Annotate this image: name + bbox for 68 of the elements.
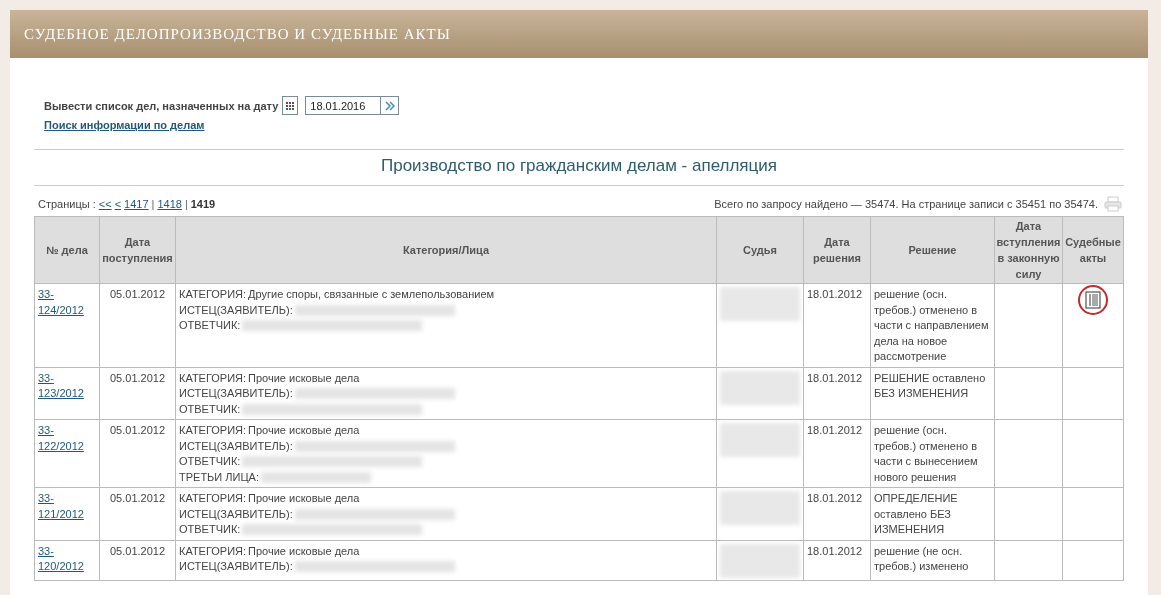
party-value: Прочие исковые дела	[248, 491, 360, 506]
received-date: 05.01.2012	[109, 424, 166, 436]
date-label: Вывести список дел, назначенных на дату	[44, 99, 279, 112]
party-value: Другие споры, связанные с землепользованием	[248, 287, 495, 302]
search-link[interactable]: Поиск информации по делам	[44, 119, 205, 131]
document-icon	[1085, 291, 1101, 309]
page-link[interactable]: 1419	[190, 198, 216, 210]
party-label: ИСТЕЦ(ЗАЯВИТЕЛЬ):	[179, 559, 293, 574]
document-button[interactable]	[1078, 285, 1108, 315]
column-header: Дата поступления	[99, 216, 176, 284]
party-value: Прочие исковые дела	[248, 370, 360, 386]
case-link[interactable]: 33-121/2012	[38, 491, 96, 522]
page-link[interactable]: 1417	[124, 198, 149, 210]
party-label: КАТЕГОРИЯ:	[179, 543, 247, 559]
page-link[interactable]: <<	[98, 198, 112, 210]
calendar-icon	[284, 99, 297, 112]
column-header: Дата вступления в законную силу	[994, 216, 1063, 284]
go-button[interactable]	[381, 96, 400, 115]
party-label: ИСТЕЦ(ЗАЯВИТЕЛЬ):	[179, 302, 293, 318]
column-header: Судья	[716, 216, 804, 284]
decision-date: 18.01.2012	[807, 424, 863, 436]
column-header: Категория/Лица	[175, 216, 717, 284]
page-link[interactable]: 1418	[157, 198, 182, 210]
decision-date: 18.01.2012	[807, 371, 863, 384]
separator: |	[151, 198, 155, 210]
party-label: КАТЕГОРИЯ:	[179, 370, 247, 386]
section-title: Производство по гражданским делам - апелляция	[34, 149, 1124, 186]
received-date: 05.01.2012	[109, 544, 166, 557]
party-value: Прочие исковые дела	[248, 543, 360, 559]
column-header: Решение	[870, 216, 995, 284]
case-link[interactable]: 33-124/2012	[38, 287, 96, 318]
party-label: ИСТЕЦ(ЗАЯВИТЕЛЬ):	[179, 386, 293, 401]
column-header: № дела	[34, 216, 100, 284]
double-chevron-icon	[384, 100, 395, 111]
party-label: ОТВЕТЧИК:	[179, 454, 241, 469]
column-header: Судебные акты	[1062, 216, 1124, 284]
party-label: КАТЕГОРИЯ:	[179, 287, 247, 302]
party-label: КАТЕГОРИЯ:	[179, 491, 247, 506]
party-label: ОТВЕТЧИК:	[179, 401, 241, 417]
case-link[interactable]: 33-122/2012	[38, 423, 96, 454]
decision-text: РЕШЕНИЕ оставлено БЕЗ ИЗМЕНЕНИЯ	[874, 371, 986, 399]
received-date: 05.01.2012	[109, 371, 166, 384]
party-label: ОТВЕТЧИК:	[179, 318, 241, 333]
party-label: ИСТЕЦ(ЗАЯВИТЕЛЬ):	[179, 438, 293, 454]
results-summary: Всего по запросу найдено — 35474. На странице записи с 35451 по 35474.	[714, 198, 1098, 210]
page-link[interactable]: <	[114, 198, 122, 210]
date-field[interactable]: 18.01.2016	[305, 96, 382, 115]
received-date: 05.01.2012	[109, 288, 166, 300]
decision-date: 18.01.2012	[807, 544, 863, 557]
party-label: ОТВЕТЧИК:	[179, 522, 241, 537]
calendar-button[interactable]	[282, 96, 299, 115]
party-label: ИСТЕЦ(ЗАЯВИТЕЛЬ):	[179, 506, 293, 522]
decision-text: решение (не осн. требов.) изменено	[874, 544, 969, 572]
party-label: КАТЕГОРИЯ:	[179, 423, 247, 438]
received-date: 05.01.2012	[109, 492, 166, 504]
decision-date: 18.01.2012	[807, 288, 863, 300]
decision-date: 18.01.2012	[807, 492, 863, 504]
separator: |	[184, 198, 188, 210]
case-link[interactable]: 33-123/2012	[38, 370, 96, 402]
party-value: Прочие исковые дела	[248, 423, 360, 438]
party-label: ТРЕТЬИ ЛИЦА:	[179, 469, 259, 485]
column-header: Дата решения	[803, 216, 871, 284]
pages-label: Страницы :	[38, 198, 96, 210]
decision-text: решение (осн. требов.) отменено в части с вынесением нового решения	[874, 424, 978, 483]
case-link[interactable]: 33-120/2012	[38, 543, 96, 575]
decision-text: ОПРЕДЕЛЕНИЕ оставлено БЕЗ ИЗМЕНЕНИЯ	[874, 492, 958, 535]
page-title: СУДЕБНОЕ ДЕЛОПРОИЗВОДСТВО И СУДЕБНЫЕ АКТЫ	[24, 25, 451, 43]
decision-text: решение (осн. требов.) отменено в части с направлением дела на новое рассмотрение	[874, 288, 989, 362]
